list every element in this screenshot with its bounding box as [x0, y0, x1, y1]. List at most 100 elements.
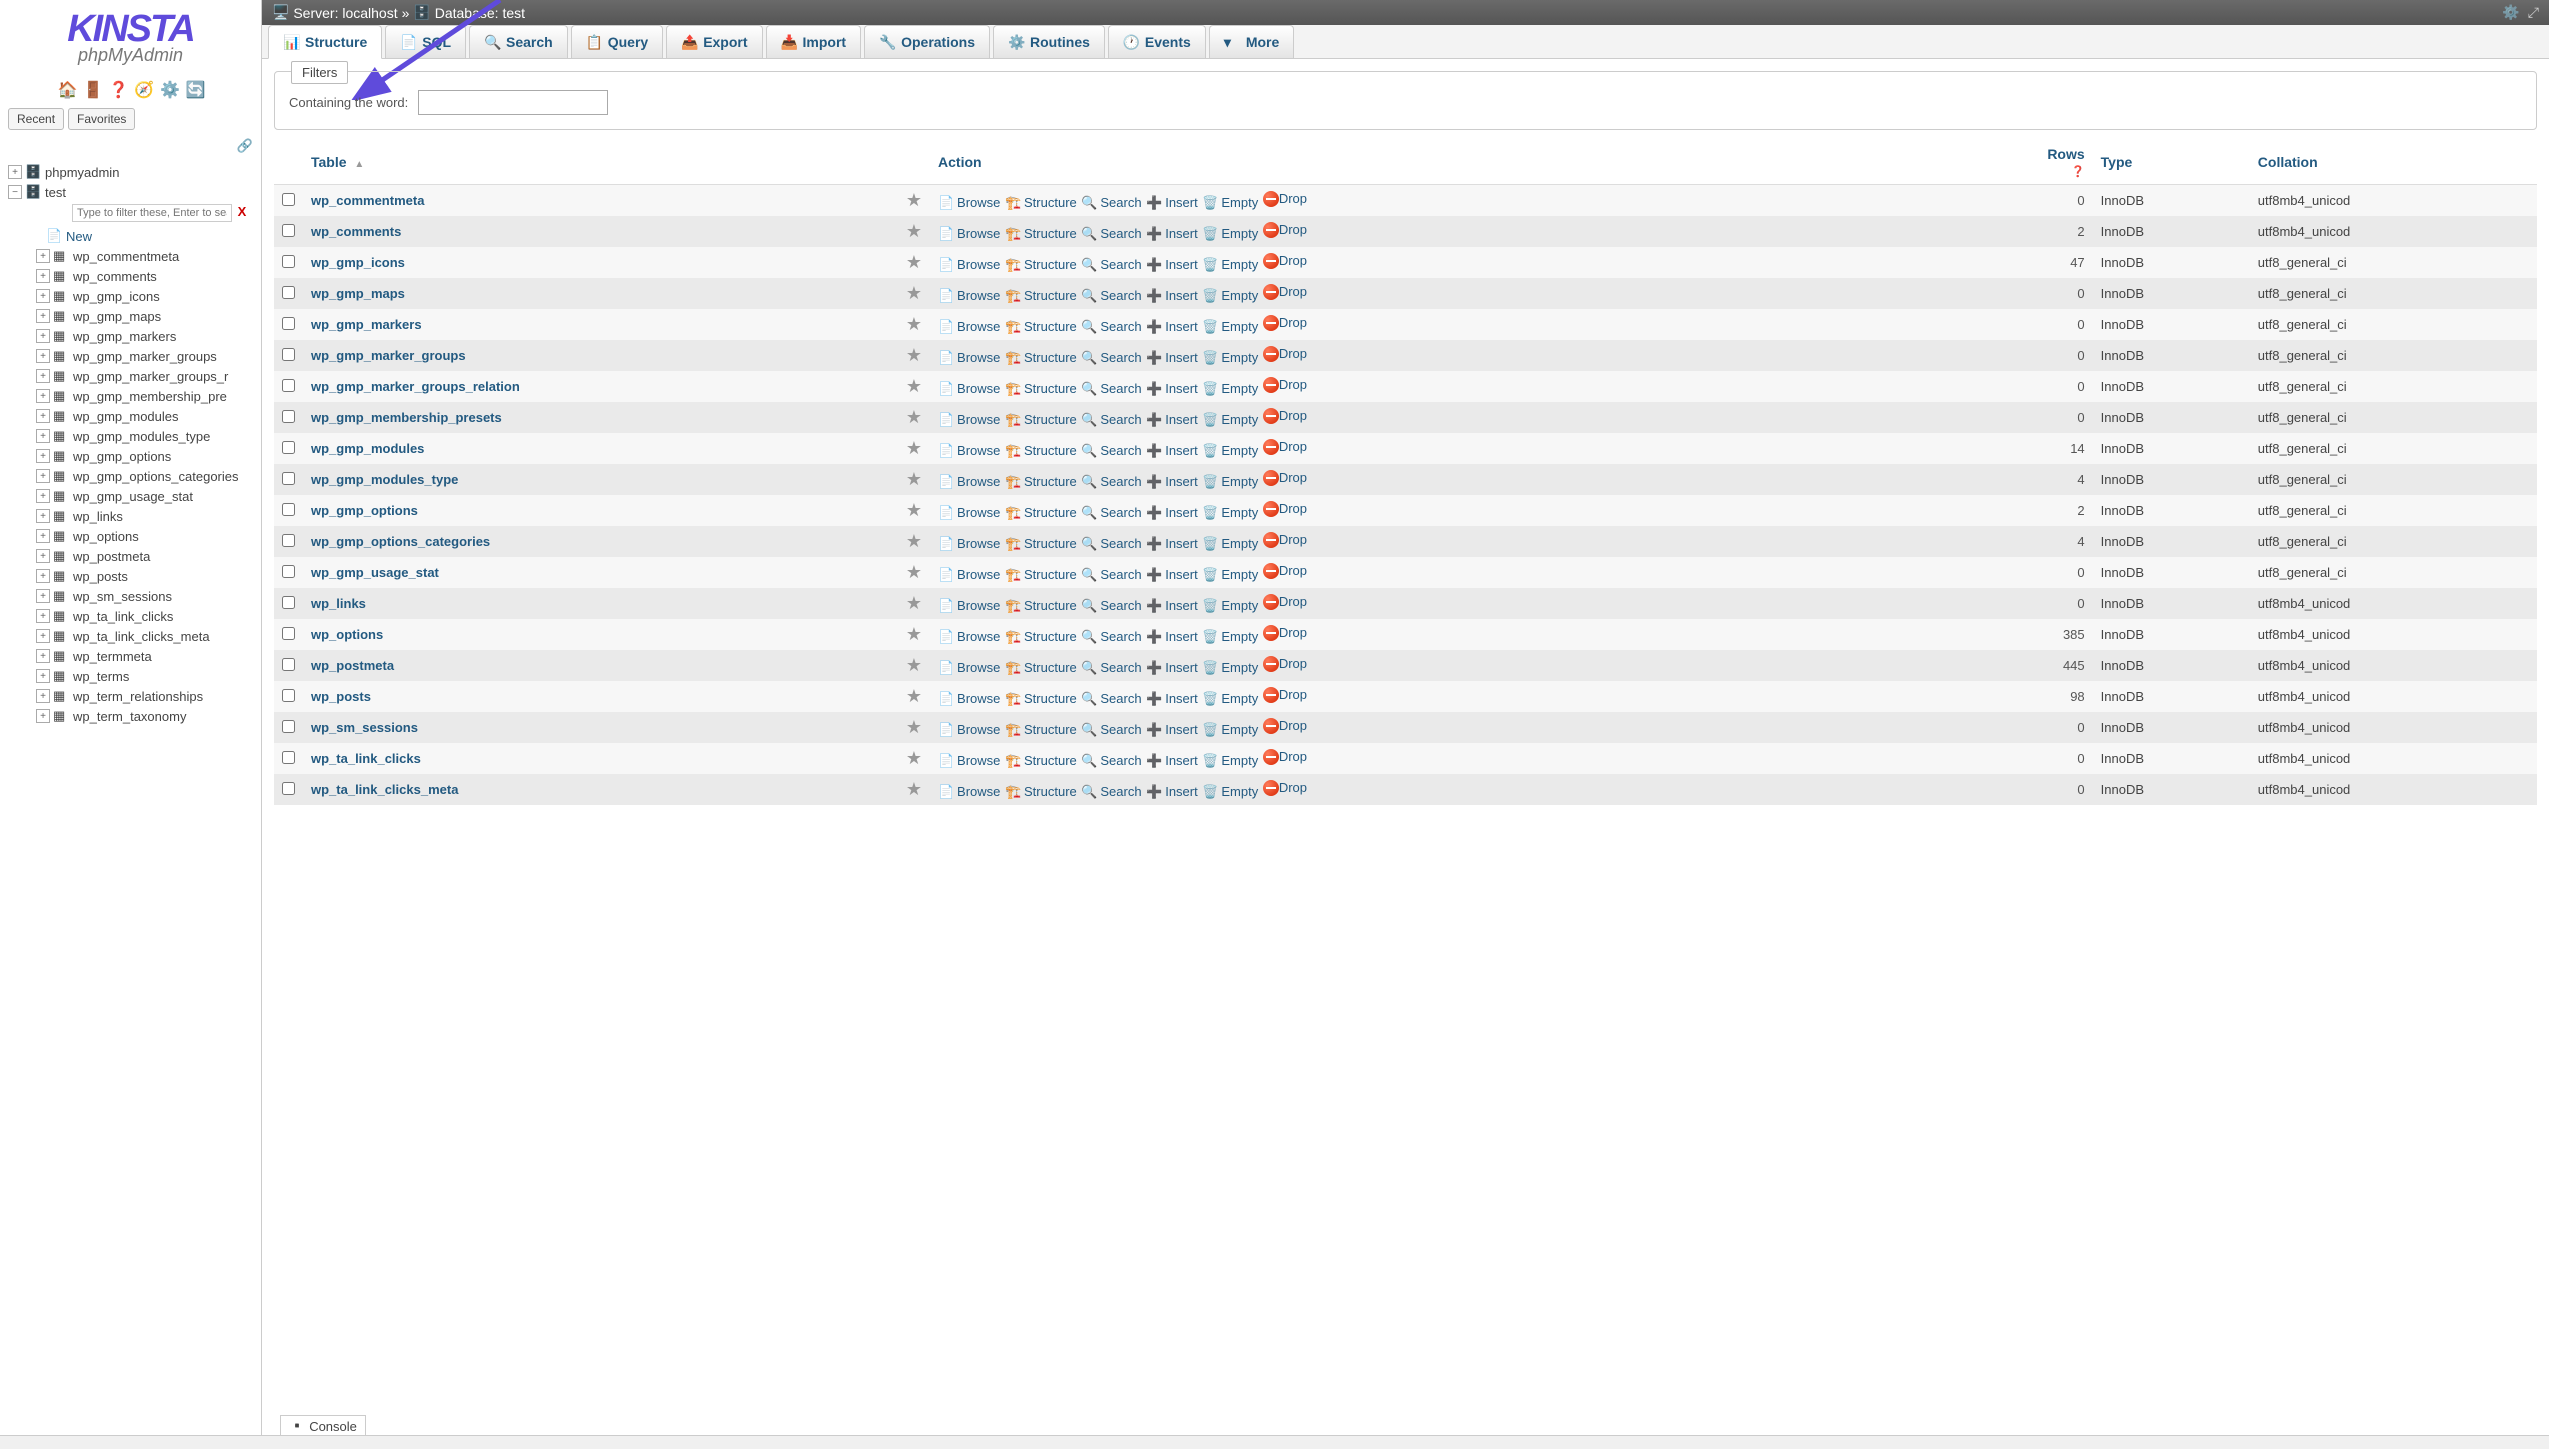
action-drop[interactable]: Drop: [1263, 470, 1307, 486]
expand-icon[interactable]: +: [36, 489, 50, 503]
page-settings-icon[interactable]: ⚙️: [2502, 4, 2519, 21]
table-name[interactable]: wp_sm_sessions: [311, 720, 418, 735]
favorite-star-icon[interactable]: ★: [906, 500, 922, 520]
tree-table[interactable]: +▦wp_gmp_markers: [32, 326, 261, 346]
row-checkbox[interactable]: [282, 224, 295, 237]
favorite-star-icon[interactable]: ★: [906, 407, 922, 427]
action-insert[interactable]: ➕Insert: [1146, 288, 1198, 304]
table-name[interactable]: wp_gmp_icons: [311, 255, 405, 270]
action-structure[interactable]: 🏗️Structure: [1005, 753, 1077, 769]
action-drop[interactable]: Drop: [1263, 501, 1307, 517]
tree-table[interactable]: +▦wp_comments: [32, 266, 261, 286]
tree-table[interactable]: +▦wp_term_relationships: [32, 686, 261, 706]
action-insert[interactable]: ➕Insert: [1146, 753, 1198, 769]
action-empty[interactable]: 🗑️Empty: [1202, 226, 1258, 242]
expand-icon[interactable]: +: [36, 349, 50, 363]
row-checkbox[interactable]: [282, 534, 295, 547]
favorite-star-icon[interactable]: ★: [906, 438, 922, 458]
expand-icon[interactable]: +: [36, 389, 50, 403]
filter-input[interactable]: [418, 90, 608, 115]
favorite-star-icon[interactable]: ★: [906, 469, 922, 489]
row-checkbox[interactable]: [282, 782, 295, 795]
action-structure[interactable]: 🏗️Structure: [1005, 412, 1077, 428]
action-empty[interactable]: 🗑️Empty: [1202, 536, 1258, 552]
action-empty[interactable]: 🗑️Empty: [1202, 412, 1258, 428]
action-drop[interactable]: Drop: [1263, 563, 1307, 579]
expand-icon[interactable]: +: [36, 689, 50, 703]
row-checkbox[interactable]: [282, 317, 295, 330]
action-search[interactable]: 🔍Search: [1081, 381, 1141, 397]
tree-table[interactable]: +▦wp_gmp_icons: [32, 286, 261, 306]
action-browse[interactable]: 📄Browse: [938, 443, 1000, 459]
reload-icon[interactable]: 🔄: [186, 80, 204, 98]
table-name[interactable]: wp_ta_link_clicks: [311, 751, 421, 766]
action-insert[interactable]: ➕Insert: [1146, 629, 1198, 645]
action-drop[interactable]: Drop: [1263, 532, 1307, 548]
tree-table[interactable]: +▦wp_commentmeta: [32, 246, 261, 266]
table-name[interactable]: wp_gmp_modules_type: [311, 472, 458, 487]
tree-filter-input[interactable]: [72, 204, 232, 222]
action-search[interactable]: 🔍Search: [1081, 474, 1141, 490]
favorite-star-icon[interactable]: ★: [906, 624, 922, 644]
tree-new-label[interactable]: New: [66, 229, 92, 244]
action-browse[interactable]: 📄Browse: [938, 381, 1000, 397]
table-name[interactable]: wp_gmp_options_categories: [311, 534, 490, 549]
row-checkbox[interactable]: [282, 503, 295, 516]
favorite-star-icon[interactable]: ★: [906, 283, 922, 303]
action-insert[interactable]: ➕Insert: [1146, 319, 1198, 335]
expand-icon[interactable]: +: [36, 549, 50, 563]
action-browse[interactable]: 📄Browse: [938, 505, 1000, 521]
action-search[interactable]: 🔍Search: [1081, 598, 1141, 614]
action-insert[interactable]: ➕Insert: [1146, 195, 1198, 211]
action-empty[interactable]: 🗑️Empty: [1202, 319, 1258, 335]
action-search[interactable]: 🔍Search: [1081, 505, 1141, 521]
action-drop[interactable]: Drop: [1263, 346, 1307, 362]
action-browse[interactable]: 📄Browse: [938, 753, 1000, 769]
action-search[interactable]: 🔍Search: [1081, 691, 1141, 707]
action-browse[interactable]: 📄Browse: [938, 288, 1000, 304]
action-empty[interactable]: 🗑️Empty: [1202, 381, 1258, 397]
favorite-star-icon[interactable]: ★: [906, 593, 922, 613]
table-name[interactable]: wp_gmp_maps: [311, 286, 405, 301]
col-type[interactable]: Type: [2093, 140, 2250, 185]
action-drop[interactable]: Drop: [1263, 687, 1307, 703]
favorite-star-icon[interactable]: ★: [906, 252, 922, 272]
table-name[interactable]: wp_gmp_usage_stat: [311, 565, 439, 580]
row-checkbox[interactable]: [282, 658, 295, 671]
tab-query[interactable]: 📋Query: [571, 25, 663, 58]
action-insert[interactable]: ➕Insert: [1146, 660, 1198, 676]
action-empty[interactable]: 🗑️Empty: [1202, 505, 1258, 521]
tab-events[interactable]: 🕐Events: [1108, 25, 1206, 58]
action-browse[interactable]: 📄Browse: [938, 784, 1000, 800]
table-name[interactable]: wp_options: [311, 627, 383, 642]
action-insert[interactable]: ➕Insert: [1146, 784, 1198, 800]
action-drop[interactable]: Drop: [1263, 439, 1307, 455]
action-structure[interactable]: 🏗️Structure: [1005, 691, 1077, 707]
action-insert[interactable]: ➕Insert: [1146, 257, 1198, 273]
tree-table[interactable]: +▦wp_gmp_marker_groups: [32, 346, 261, 366]
action-structure[interactable]: 🏗️Structure: [1005, 660, 1077, 676]
expand-icon[interactable]: +: [36, 409, 50, 423]
row-checkbox[interactable]: [282, 565, 295, 578]
action-empty[interactable]: 🗑️Empty: [1202, 288, 1258, 304]
action-insert[interactable]: ➕Insert: [1146, 474, 1198, 490]
action-empty[interactable]: 🗑️Empty: [1202, 629, 1258, 645]
favorite-star-icon[interactable]: ★: [906, 748, 922, 768]
tree-table[interactable]: +▦wp_ta_link_clicks: [32, 606, 261, 626]
tree-table[interactable]: +▦wp_gmp_usage_stat: [32, 486, 261, 506]
action-drop[interactable]: Drop: [1263, 253, 1307, 269]
action-search[interactable]: 🔍Search: [1081, 443, 1141, 459]
tree-table[interactable]: +▦wp_links: [32, 506, 261, 526]
expand-icon[interactable]: +: [36, 249, 50, 263]
action-browse[interactable]: 📄Browse: [938, 598, 1000, 614]
tab-operations[interactable]: 🔧Operations: [864, 25, 990, 58]
expand-icon[interactable]: +: [36, 329, 50, 343]
action-structure[interactable]: 🏗️Structure: [1005, 474, 1077, 490]
table-name[interactable]: wp_ta_link_clicks_meta: [311, 782, 458, 797]
action-drop[interactable]: Drop: [1263, 408, 1307, 424]
expand-icon[interactable]: +: [36, 289, 50, 303]
tree-table[interactable]: +▦wp_posts: [32, 566, 261, 586]
action-structure[interactable]: 🏗️Structure: [1005, 784, 1077, 800]
recent-button[interactable]: Recent: [8, 108, 64, 130]
docs-icon[interactable]: ❓: [109, 80, 127, 98]
